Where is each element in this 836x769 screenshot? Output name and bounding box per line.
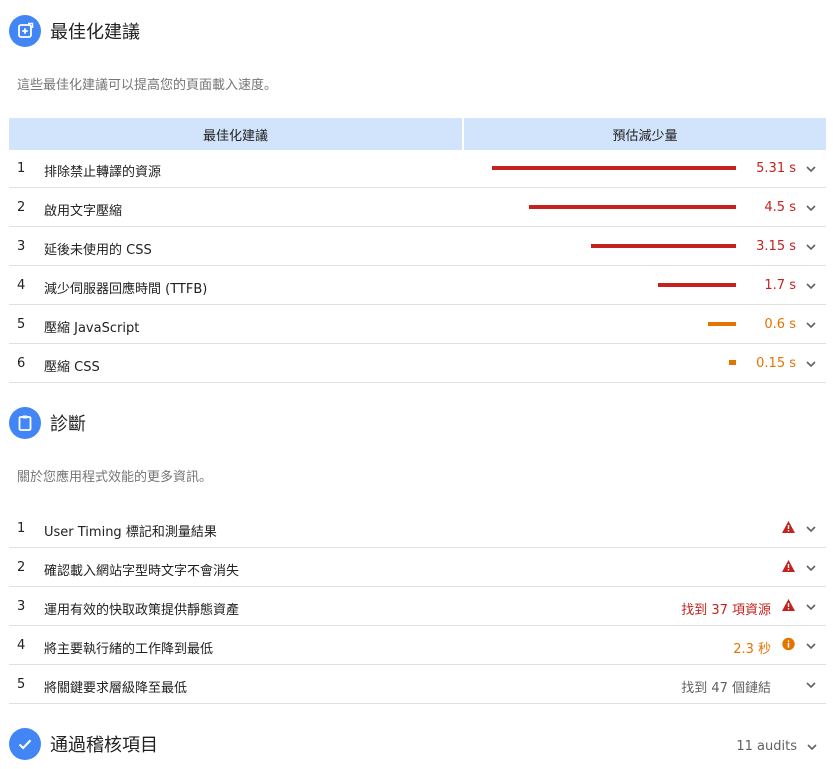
chevron-down-icon[interactable]: [805, 358, 817, 370]
chevron-down-icon[interactable]: [805, 241, 817, 253]
diagnostics-description: 關於您應用程式效能的更多資訊。: [17, 470, 213, 485]
diagnostic-value: 找到 47 個鏈結: [681, 681, 771, 696]
diagnostic-row[interactable]: 5 將關鍵要求層級降至最低 找到 47 個鏈結: [9, 666, 826, 704]
opportunity-title: 啟用文字壓縮: [44, 204, 123, 219]
row-number: 3: [17, 599, 26, 614]
diagnostic-title: User Timing 標記和測量結果: [44, 525, 217, 540]
diagnostic-title: 確認載入網站字型時文字不會消失: [44, 564, 240, 579]
diagnostic-title: 運用有效的快取政策提供靜態資產: [44, 603, 240, 618]
chevron-down-icon[interactable]: [805, 280, 817, 292]
chevron-down-icon[interactable]: [805, 319, 817, 331]
savings-value: 5.31 s: [756, 161, 796, 176]
passed-audits-count: 11 audits: [736, 739, 797, 754]
diagnostic-row[interactable]: 4 將主要執行緒的工作降到最低 2.3 秒: [9, 627, 826, 665]
savings-bar: [591, 244, 736, 248]
opportunities-table-header: 最佳化建議 預估減少量: [9, 118, 826, 150]
checkmark-icon: [9, 728, 41, 760]
chevron-down-icon[interactable]: [805, 202, 817, 214]
opportunities-description: 這些最佳化建議可以提高您的頁面載入速度。: [17, 78, 278, 93]
row-number: 1: [17, 521, 26, 536]
passed-audits-header[interactable]: 通過稽核項目: [9, 728, 158, 760]
row-number: 6: [17, 356, 26, 371]
warning-triangle-icon: [782, 560, 795, 572]
opportunity-row[interactable]: 2 啟用文字壓縮 4.5 s: [9, 189, 826, 227]
opportunities-header: 最佳化建議: [9, 15, 140, 47]
row-number: 4: [17, 278, 26, 293]
chevron-down-icon[interactable]: [805, 679, 817, 691]
opportunity-row[interactable]: 6 壓縮 CSS 0.15 s: [9, 345, 826, 383]
opportunity-row[interactable]: 5 壓縮 JavaScript 0.6 s: [9, 306, 826, 344]
row-number: 1: [17, 161, 26, 176]
opportunities-title: 最佳化建議: [50, 22, 140, 43]
opportunity-row[interactable]: 3 延後未使用的 CSS 3.15 s: [9, 228, 826, 266]
chevron-down-icon[interactable]: [805, 562, 817, 574]
warning-triangle-icon: [782, 521, 795, 533]
row-number: 5: [17, 317, 26, 332]
diagnostic-title: 將主要執行緒的工作降到最低: [44, 642, 214, 657]
opportunity-row[interactable]: 1 排除禁止轉譯的資源 5.31 s: [9, 150, 826, 188]
clipboard-icon: [9, 407, 41, 439]
savings-bar: [492, 166, 736, 170]
column-header-savings: 預估減少量: [464, 118, 826, 150]
opportunity-title: 減少伺服器回應時間 (TTFB): [44, 282, 208, 297]
opportunity-icon: [9, 15, 41, 47]
diagnostic-row[interactable]: 3 運用有效的快取政策提供靜態資產 找到 37 項資源: [9, 588, 826, 626]
row-number: 2: [17, 200, 26, 215]
diagnostic-value: 2.3 秒: [733, 642, 771, 657]
column-header-opportunity: 最佳化建議: [9, 118, 462, 150]
opportunity-title: 壓縮 CSS: [44, 360, 100, 375]
opportunity-title: 延後未使用的 CSS: [44, 243, 152, 258]
savings-bar: [658, 283, 736, 287]
row-number: 4: [17, 638, 26, 653]
diagnostics-header: 診斷: [9, 407, 86, 439]
warning-triangle-icon: [782, 599, 795, 611]
diagnostic-value: 找到 37 項資源: [681, 603, 771, 618]
passed-audits-title: 通過稽核項目: [50, 735, 158, 756]
chevron-down-icon[interactable]: [805, 163, 817, 175]
chevron-down-icon[interactable]: [806, 741, 818, 753]
opportunity-row[interactable]: 4 減少伺服器回應時間 (TTFB) 1.7 s: [9, 267, 826, 305]
opportunity-title: 壓縮 JavaScript: [44, 321, 140, 336]
info-circle-icon: [782, 637, 795, 651]
diagnostic-row[interactable]: 1 User Timing 標記和測量結果: [9, 510, 826, 548]
savings-bar: [729, 360, 736, 365]
row-number: 3: [17, 239, 26, 254]
row-number: 2: [17, 560, 26, 575]
savings-bar: [708, 322, 736, 326]
diagnostic-row[interactable]: 2 確認載入網站字型時文字不會消失: [9, 549, 826, 587]
chevron-down-icon[interactable]: [805, 523, 817, 535]
savings-bar: [529, 205, 736, 209]
diagnostics-title: 診斷: [50, 414, 86, 435]
savings-value: 0.15 s: [756, 356, 796, 371]
chevron-down-icon[interactable]: [805, 640, 817, 652]
savings-value: 1.7 s: [764, 278, 796, 293]
opportunity-title: 排除禁止轉譯的資源: [44, 165, 162, 180]
savings-value: 4.5 s: [764, 200, 796, 215]
diagnostic-title: 將關鍵要求層級降至最低: [44, 681, 188, 696]
savings-value: 0.6 s: [764, 317, 796, 332]
row-number: 5: [17, 677, 26, 692]
chevron-down-icon[interactable]: [805, 601, 817, 613]
savings-value: 3.15 s: [756, 239, 796, 254]
